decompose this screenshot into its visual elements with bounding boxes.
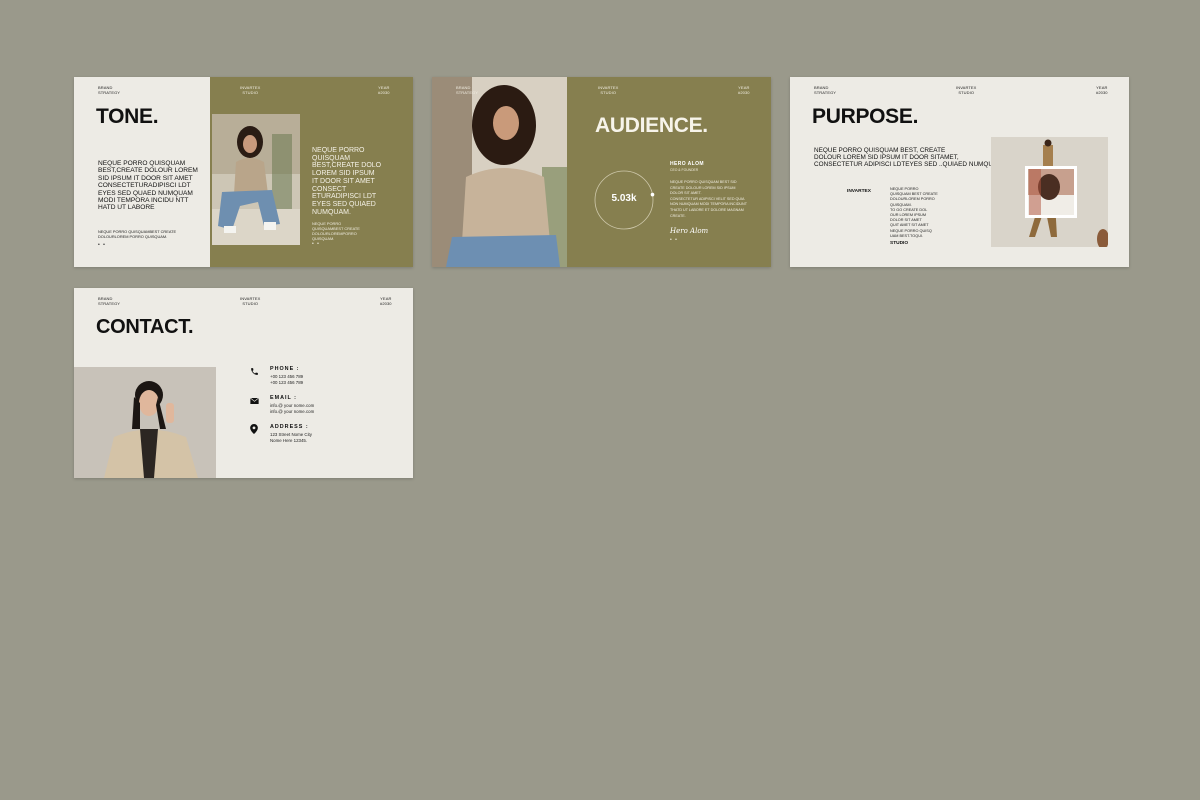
meta-brand-strategy: BRAND STRATEGY bbox=[98, 85, 121, 95]
meta-invartex-studio: INVARTEX STUDIO bbox=[240, 296, 261, 306]
smiling-woman-photo bbox=[74, 367, 216, 478]
tone-right-body: NEQUE PORRO QUISQUAM BEST,CREATE DOLO LO… bbox=[312, 147, 382, 216]
meta-brand-strategy: BRAND STRATEGY bbox=[814, 85, 837, 95]
meta-invartex-studio: INVARTEX STUDIO bbox=[240, 85, 261, 95]
address-label: ADDRESS : bbox=[270, 424, 309, 430]
slide-tone[interactable]: BRAND STRATEGY TONE. NEQUE PORRO QUISQUA… bbox=[74, 77, 413, 267]
tone-body-text: NEQUE PORRO QUISQUAM BEST,CREATE DOLOUR … bbox=[98, 160, 198, 212]
audience-body-text: NEQUE PORRO QUISQUAM BEST SID CREATE DOL… bbox=[670, 180, 747, 218]
profile-role: CEO & FOUNDER bbox=[670, 168, 699, 172]
phone-values[interactable]: +00 123 456 789 +00 123 456 789 bbox=[270, 374, 303, 385]
phone-icon bbox=[249, 366, 259, 376]
slide-audience[interactable]: BRAND STRATEGY INVARTEX STUDIO YEAR #203… bbox=[432, 77, 771, 267]
address-values: 123 Street Nome City Nome Here 12345. bbox=[270, 432, 312, 443]
meta-invartex-studio: INVARTEX STUDIO bbox=[956, 85, 977, 95]
map-pin-icon bbox=[249, 424, 259, 434]
profile-name: HERO ALOM bbox=[670, 161, 704, 167]
purpose-studio: STUDIO bbox=[890, 241, 909, 246]
pager-dots: • • bbox=[312, 241, 320, 247]
tone-olive-panel: INVARTEX STUDIO YEAR #2030 NEQUE PORRO Q… bbox=[210, 77, 413, 267]
meta-year: YEAR #2030 bbox=[738, 85, 750, 95]
slide-title: TONE. bbox=[96, 105, 159, 128]
meta-brand-strategy: BRAND STRATEGY bbox=[456, 85, 479, 95]
email-icon bbox=[249, 396, 259, 406]
meta-year: YEAR #2030 bbox=[1096, 85, 1108, 95]
slide-title: CONTACT. bbox=[96, 316, 194, 338]
purpose-brand: INVARTEX bbox=[847, 189, 871, 194]
phone-label: PHONE : bbox=[270, 366, 300, 372]
walking-figure-photo bbox=[991, 137, 1108, 247]
email-values[interactable]: info.@ your nome.com info.@ your nome.co… bbox=[270, 403, 314, 414]
pager-dots: • • bbox=[670, 237, 678, 243]
meta-year: YEAR #2030 bbox=[380, 296, 392, 306]
purpose-list: NEQUE PORRO QUISQUAM BEST CREATE DOLOURL… bbox=[890, 187, 938, 238]
meta-invartex-studio: INVARTEX STUDIO bbox=[598, 85, 619, 95]
meta-brand-strategy: BRAND STRATEGY bbox=[98, 296, 121, 306]
signature: Hero Alom bbox=[670, 227, 709, 235]
slide-contact[interactable]: BRAND STRATEGY INVARTEX STUDIO YEAR #203… bbox=[74, 288, 413, 478]
purpose-body-text: NEQUE PORRO QUISQUAM BEST, CREATE DOLOUR… bbox=[814, 147, 1005, 169]
pager-dots: • • bbox=[98, 242, 106, 248]
email-label: EMAIL : bbox=[270, 395, 297, 401]
woman-seated-photo bbox=[212, 114, 300, 245]
slide-title: AUDIENCE. bbox=[595, 114, 708, 137]
audience-stat-value: 5.03k bbox=[611, 193, 637, 204]
tone-right-footnote: NEQUE PORRO QUISQUAMBEST CREATE DOLOURLO… bbox=[312, 221, 360, 241]
audience-stat-ring: 5.03k bbox=[593, 169, 655, 231]
meta-year: YEAR #2030 bbox=[378, 85, 390, 95]
tone-footnote: NEQUE PORRO QUISQUAMBEST CREATE DOLOURLO… bbox=[98, 229, 177, 239]
curly-hair-woman-photo bbox=[432, 77, 567, 267]
slide-purpose[interactable]: BRAND STRATEGY INVARTEX STUDIO YEAR #203… bbox=[790, 77, 1129, 267]
slide-title: PURPOSE. bbox=[812, 105, 919, 128]
